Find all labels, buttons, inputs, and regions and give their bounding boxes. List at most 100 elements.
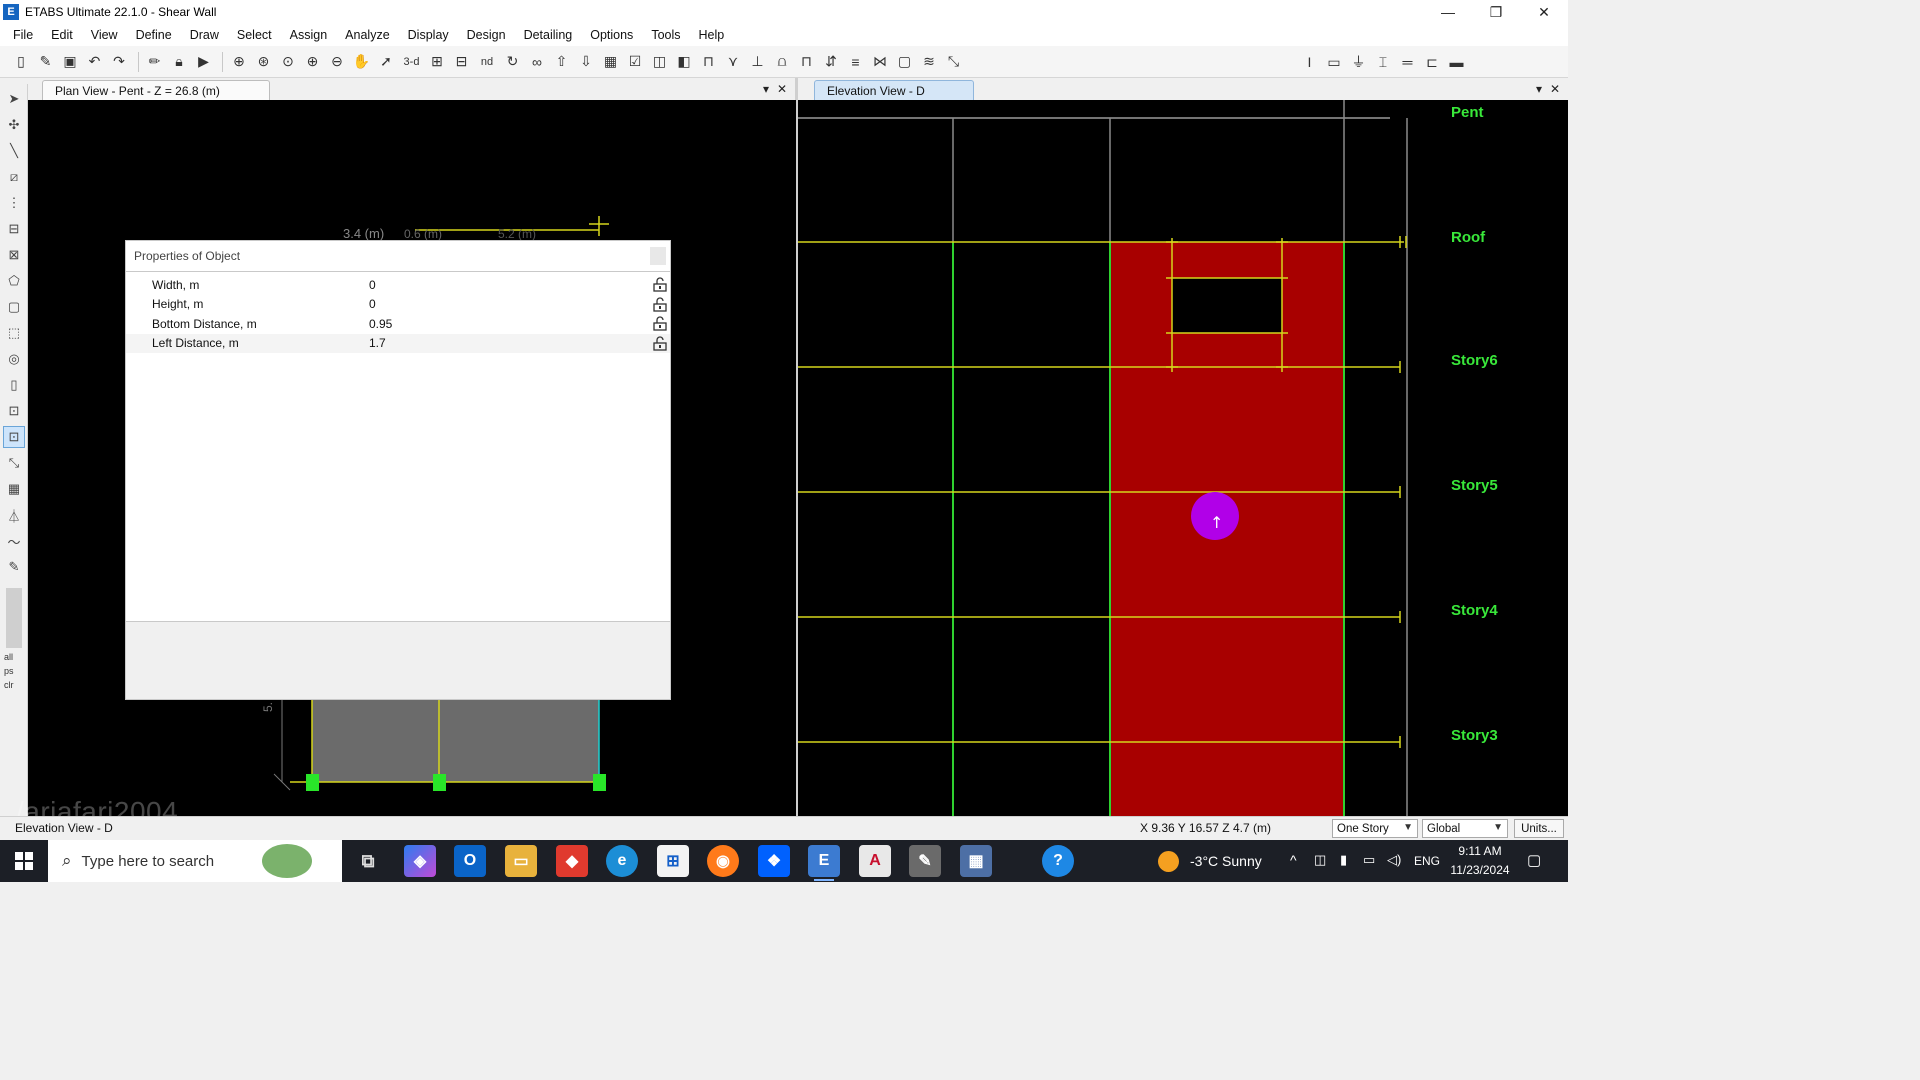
menu-define[interactable]: Define (127, 28, 181, 42)
close-window-button[interactable]: ✕ (1520, 0, 1568, 24)
display-icon[interactable]: ▭ (1323, 51, 1345, 73)
notification-center-icon[interactable]: ▢ (1527, 851, 1541, 869)
zoom-previous-icon[interactable]: ⊙ (277, 51, 299, 73)
clock-time[interactable]: 9:11 AM (1450, 844, 1510, 858)
line-icon[interactable]: ▬ (1446, 51, 1468, 73)
portal-icon[interactable]: ⊓ (796, 51, 818, 73)
move-down-icon[interactable]: ⇩ (575, 51, 597, 73)
copilot-icon[interactable]: ◈ (404, 845, 436, 877)
battery-icon[interactable]: ▭ (1363, 852, 1375, 868)
draw-link-icon[interactable]: ⤡ (3, 452, 25, 474)
new-model-icon[interactable]: ▯ (10, 51, 32, 73)
autocad-icon[interactable]: A (859, 845, 891, 877)
elevation-view-canvas[interactable]: ↑ Pent Roof Story6 Story5 Story4 Story3 (798, 100, 1568, 816)
force-icon[interactable]: ⇵ (820, 51, 842, 73)
frame-select-icon[interactable]: ⊏ (1421, 51, 1443, 73)
draw-wall-stack-icon[interactable]: ⊡ (3, 400, 25, 422)
properties-dialog-title-bar[interactable]: Properties of Object (126, 241, 670, 272)
menu-select[interactable]: Select (228, 28, 281, 42)
dropbox-icon[interactable]: ❖ (758, 845, 790, 877)
draw-dimension-icon[interactable]: ✎ (3, 556, 25, 578)
run-icon[interactable]: ▶ (193, 51, 215, 73)
property-value-input[interactable]: 0.95 (369, 317, 670, 331)
story-selector-dropdown[interactable]: One Story ▼ (1332, 819, 1418, 838)
undo-icon[interactable]: ↶ (84, 51, 106, 73)
red-app-icon[interactable]: ◆ (556, 845, 588, 877)
elevation-view-icon[interactable]: ⊟ (451, 51, 473, 73)
firefox-icon[interactable]: ◉ (707, 845, 739, 877)
pencil-icon[interactable]: ✏ (144, 51, 166, 73)
menu-view[interactable]: View (82, 28, 127, 42)
coordinate-system-dropdown[interactable]: Global ▼ (1422, 819, 1508, 838)
file-explorer-icon[interactable]: ▭ (505, 845, 537, 877)
unlock-icon[interactable] (653, 296, 667, 312)
property-row-left-distance[interactable]: Left Distance, m 1.7 (126, 333, 670, 353)
draw-opening-icon[interactable]: ⊡ (3, 426, 25, 448)
zoom-extents-icon[interactable]: ⊛ (253, 51, 275, 73)
draw-curve-icon[interactable]: 〜 (3, 530, 25, 552)
menu-assign[interactable]: Assign (281, 28, 337, 42)
tab-plan-view[interactable]: Plan View - Pent - Z = 26.8 (m) (42, 80, 270, 100)
plan-view-close-icon[interactable]: ✕ (777, 82, 787, 96)
scale-icon[interactable]: ⤡ (943, 51, 965, 73)
etabs-taskbar-icon[interactable]: E (808, 845, 840, 881)
draw-tendon-icon[interactable]: ⏃ (3, 504, 25, 526)
clear-selection-icon[interactable]: clr (4, 680, 27, 690)
property-value-input[interactable]: 1.7 (369, 336, 670, 350)
brace-icon[interactable]: ⋎ (722, 51, 744, 73)
property-row-width[interactable]: Width, m 0 (126, 275, 670, 295)
help-icon[interactable]: ? (1042, 845, 1074, 877)
menu-help[interactable]: Help (690, 28, 734, 42)
glasses-icon[interactable]: ∞ (526, 51, 548, 73)
chart-icon[interactable]: ⩍ (771, 51, 793, 73)
menu-design[interactable]: Design (458, 28, 515, 42)
microsoft-store-icon[interactable]: ⊞ (657, 845, 689, 877)
view-nd-button[interactable]: nd (475, 51, 499, 73)
draw-circle-icon[interactable]: ◎ (3, 348, 25, 370)
draw-beam-icon[interactable]: ⊟ (3, 218, 25, 240)
paint-icon[interactable]: ✎ (909, 845, 941, 877)
layers-icon[interactable]: ≡ (845, 51, 867, 73)
task-view-icon[interactable]: ⧉ (352, 845, 384, 877)
property-row-height[interactable]: Height, m 0 (126, 295, 670, 315)
unlock-icon[interactable] (653, 335, 667, 351)
plan-view-icon[interactable]: ⊞ (426, 51, 448, 73)
rotate-icon[interactable]: ↻ (502, 51, 524, 73)
select-all-icon[interactable]: all (4, 652, 27, 662)
property-value-input[interactable]: 0 (369, 278, 670, 292)
draw-grid-icon[interactable]: ▦ (3, 478, 25, 500)
menu-options[interactable]: Options (581, 28, 642, 42)
draw-rectangle-icon[interactable]: ▢ (3, 296, 25, 318)
section-i-icon[interactable]: I (1299, 51, 1321, 73)
pan-icon[interactable]: ✋ (351, 51, 373, 73)
maximize-button[interactable]: ❐ (1472, 0, 1520, 24)
show-hidden-icons-chevron-icon[interactable]: ^ (1290, 852, 1297, 868)
move-up-icon[interactable]: ⇧ (551, 51, 573, 73)
minimize-button[interactable]: — (1424, 0, 1472, 24)
tab-elevation-view[interactable]: Elevation View - D (814, 80, 974, 100)
mesh-icon[interactable]: ⋈ (869, 51, 891, 73)
volume-icon[interactable]: ◁) (1387, 852, 1401, 868)
taskbar-search-box[interactable]: ⌕ Type here to search (48, 840, 342, 882)
extrude-icon[interactable]: ◧ (673, 51, 695, 73)
elevation-view-dropdown-icon[interactable]: ▾ (1536, 82, 1542, 96)
property-value-input[interactable]: 0 (369, 297, 670, 311)
toolstrip-grip[interactable] (6, 588, 22, 648)
wall-plot-icon[interactable]: ⊥ (747, 51, 769, 73)
properties-dialog-close-button[interactable] (650, 247, 666, 265)
draw-polygon-icon[interactable]: ⬠ (3, 270, 25, 292)
draw-line-icon[interactable]: ╲ (3, 140, 25, 162)
select-arrow-icon[interactable]: ➤ (3, 88, 25, 110)
property-row-bottom-distance[interactable]: Bottom Distance, m 0.95 (126, 314, 670, 334)
draw-area-icon[interactable]: ⬚ (3, 322, 25, 344)
unlock-icon[interactable] (653, 277, 667, 292)
weather-text[interactable]: -3°C Sunny (1190, 853, 1262, 869)
camera-icon[interactable]: ◫ (1314, 852, 1326, 868)
redo-icon[interactable]: ↷ (108, 51, 130, 73)
view-3d-button[interactable]: 3-d (400, 51, 424, 73)
check-icon[interactable]: ☑ (624, 51, 646, 73)
draw-x-brace-icon[interactable]: ⊠ (3, 244, 25, 266)
reshape-icon[interactable]: ✣ (3, 114, 25, 136)
frame-icon[interactable]: ⊓ (698, 51, 720, 73)
menu-edit[interactable]: Edit (42, 28, 82, 42)
